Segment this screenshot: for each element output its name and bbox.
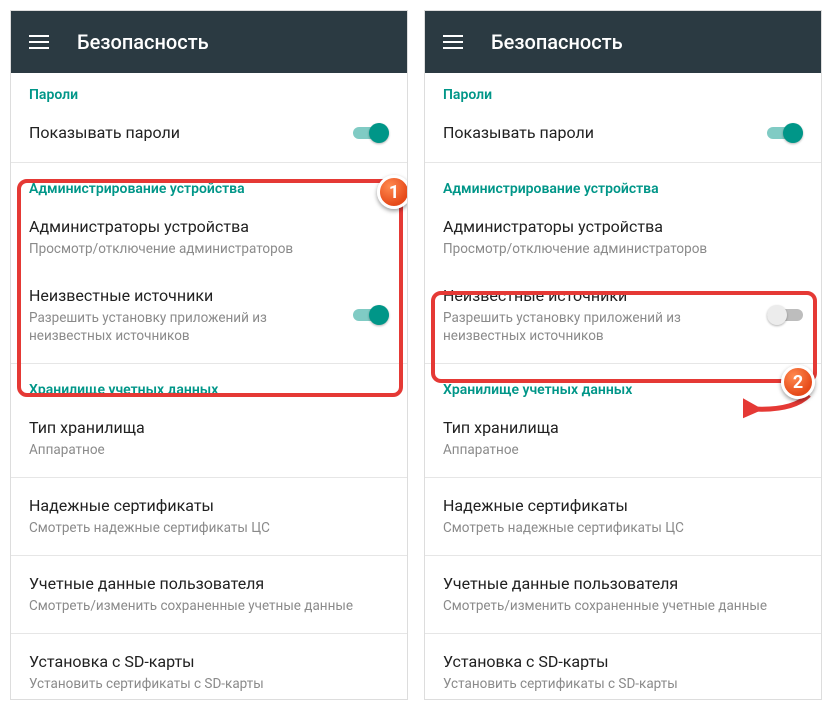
toggle-unknown-sources[interactable] [353, 305, 389, 325]
toggle-show-passwords[interactable] [353, 123, 389, 143]
item-subtitle: Аппаратное [29, 441, 389, 459]
page-title: Безопасность [77, 30, 209, 54]
settings-list: Пароли Показывать пароли Администрирован… [11, 73, 407, 699]
item-show-passwords[interactable]: Показывать пароли [425, 109, 821, 158]
toggle-unknown-sources[interactable] [767, 305, 803, 325]
divider [425, 363, 821, 364]
appbar: Безопасность [11, 11, 407, 73]
item-title: Установка с SD-карты [29, 652, 389, 673]
item-subtitle: Разрешить установку приложений из неизве… [443, 309, 755, 345]
item-user-creds[interactable]: Учетные данные пользователя Смотреть/изм… [425, 560, 821, 629]
menu-icon[interactable] [443, 35, 463, 49]
item-subtitle: Просмотр/отключение администраторов [29, 240, 389, 258]
settings-list: Пароли Показывать пароли Администрирован… [425, 73, 821, 699]
item-storage-type[interactable]: Тип хранилища Аппаратное [425, 404, 821, 473]
item-user-creds[interactable]: Учетные данные пользователя Смотреть/изм… [11, 560, 407, 629]
item-subtitle: Разрешить установку приложений из неизве… [29, 309, 341, 345]
item-unknown-sources[interactable]: Неизвестные источники Разрешить установк… [425, 272, 821, 359]
item-trusted-certs[interactable]: Надежные сертификаты Смотреть надежные с… [425, 482, 821, 551]
item-title: Установка с SD-карты [443, 652, 803, 673]
divider [425, 162, 821, 163]
divider [425, 633, 821, 634]
toggle-show-passwords[interactable] [767, 123, 803, 143]
menu-icon[interactable] [29, 35, 49, 49]
divider [425, 555, 821, 556]
phone-left: Безопасность Пароли Показывать пароли Ад… [10, 10, 408, 700]
item-trusted-certs[interactable]: Надежные сертификаты Смотреть надежные с… [11, 482, 407, 551]
item-title: Администраторы устройства [29, 217, 389, 238]
divider [11, 633, 407, 634]
item-title: Учетные данные пользователя [29, 574, 389, 595]
item-storage-type[interactable]: Тип хранилища Аппаратное [11, 404, 407, 473]
item-subtitle: Установить сертификаты с SD-карты [443, 675, 803, 693]
section-device-admin: Администрирование устройства [11, 167, 407, 203]
item-show-passwords[interactable]: Показывать пароли [11, 109, 407, 158]
item-unknown-sources[interactable]: Неизвестные источники Разрешить установк… [11, 272, 407, 359]
item-title: Администраторы устройства [443, 217, 803, 238]
item-title: Тип хранилища [443, 418, 803, 439]
section-cred-storage: Хранилище учетных данных [425, 368, 821, 404]
section-passwords: Пароли [425, 73, 821, 109]
item-device-admins[interactable]: Администраторы устройства Просмотр/отклю… [11, 203, 407, 272]
item-subtitle: Смотреть/изменить сохраненные учетные да… [29, 597, 389, 615]
section-passwords: Пароли [11, 73, 407, 109]
item-title: Учетные данные пользователя [443, 574, 803, 595]
item-subtitle: Просмотр/отключение администраторов [443, 240, 803, 258]
section-cred-storage: Хранилище учетных данных [11, 368, 407, 404]
item-title: Показывать пароли [443, 123, 755, 144]
item-install-sd[interactable]: Установка с SD-карты Установить сертифик… [425, 638, 821, 699]
item-subtitle: Смотреть/изменить сохраненные учетные да… [443, 597, 803, 615]
page-title: Безопасность [491, 30, 623, 54]
item-subtitle: Аппаратное [443, 441, 803, 459]
section-device-admin: Администрирование устройства [425, 167, 821, 203]
item-title: Тип хранилища [29, 418, 389, 439]
item-subtitle: Смотреть надежные сертификаты ЦС [29, 519, 389, 537]
item-title: Неизвестные источники [29, 286, 341, 307]
item-title: Надежные сертификаты [443, 496, 803, 517]
item-title: Надежные сертификаты [29, 496, 389, 517]
appbar: Безопасность [425, 11, 821, 73]
divider [425, 477, 821, 478]
item-install-sd[interactable]: Установка с SD-карты Установить сертифик… [11, 638, 407, 699]
phone-right: Безопасность Пароли Показывать пароли Ад… [424, 10, 822, 700]
item-title: Неизвестные источники [443, 286, 755, 307]
divider [11, 162, 407, 163]
item-subtitle: Смотреть надежные сертификаты ЦС [443, 519, 803, 537]
divider [11, 477, 407, 478]
item-subtitle: Установить сертификаты с SD-карты [29, 675, 389, 693]
divider [11, 555, 407, 556]
item-title: Показывать пароли [29, 123, 341, 144]
divider [11, 363, 407, 364]
item-device-admins[interactable]: Администраторы устройства Просмотр/отклю… [425, 203, 821, 272]
